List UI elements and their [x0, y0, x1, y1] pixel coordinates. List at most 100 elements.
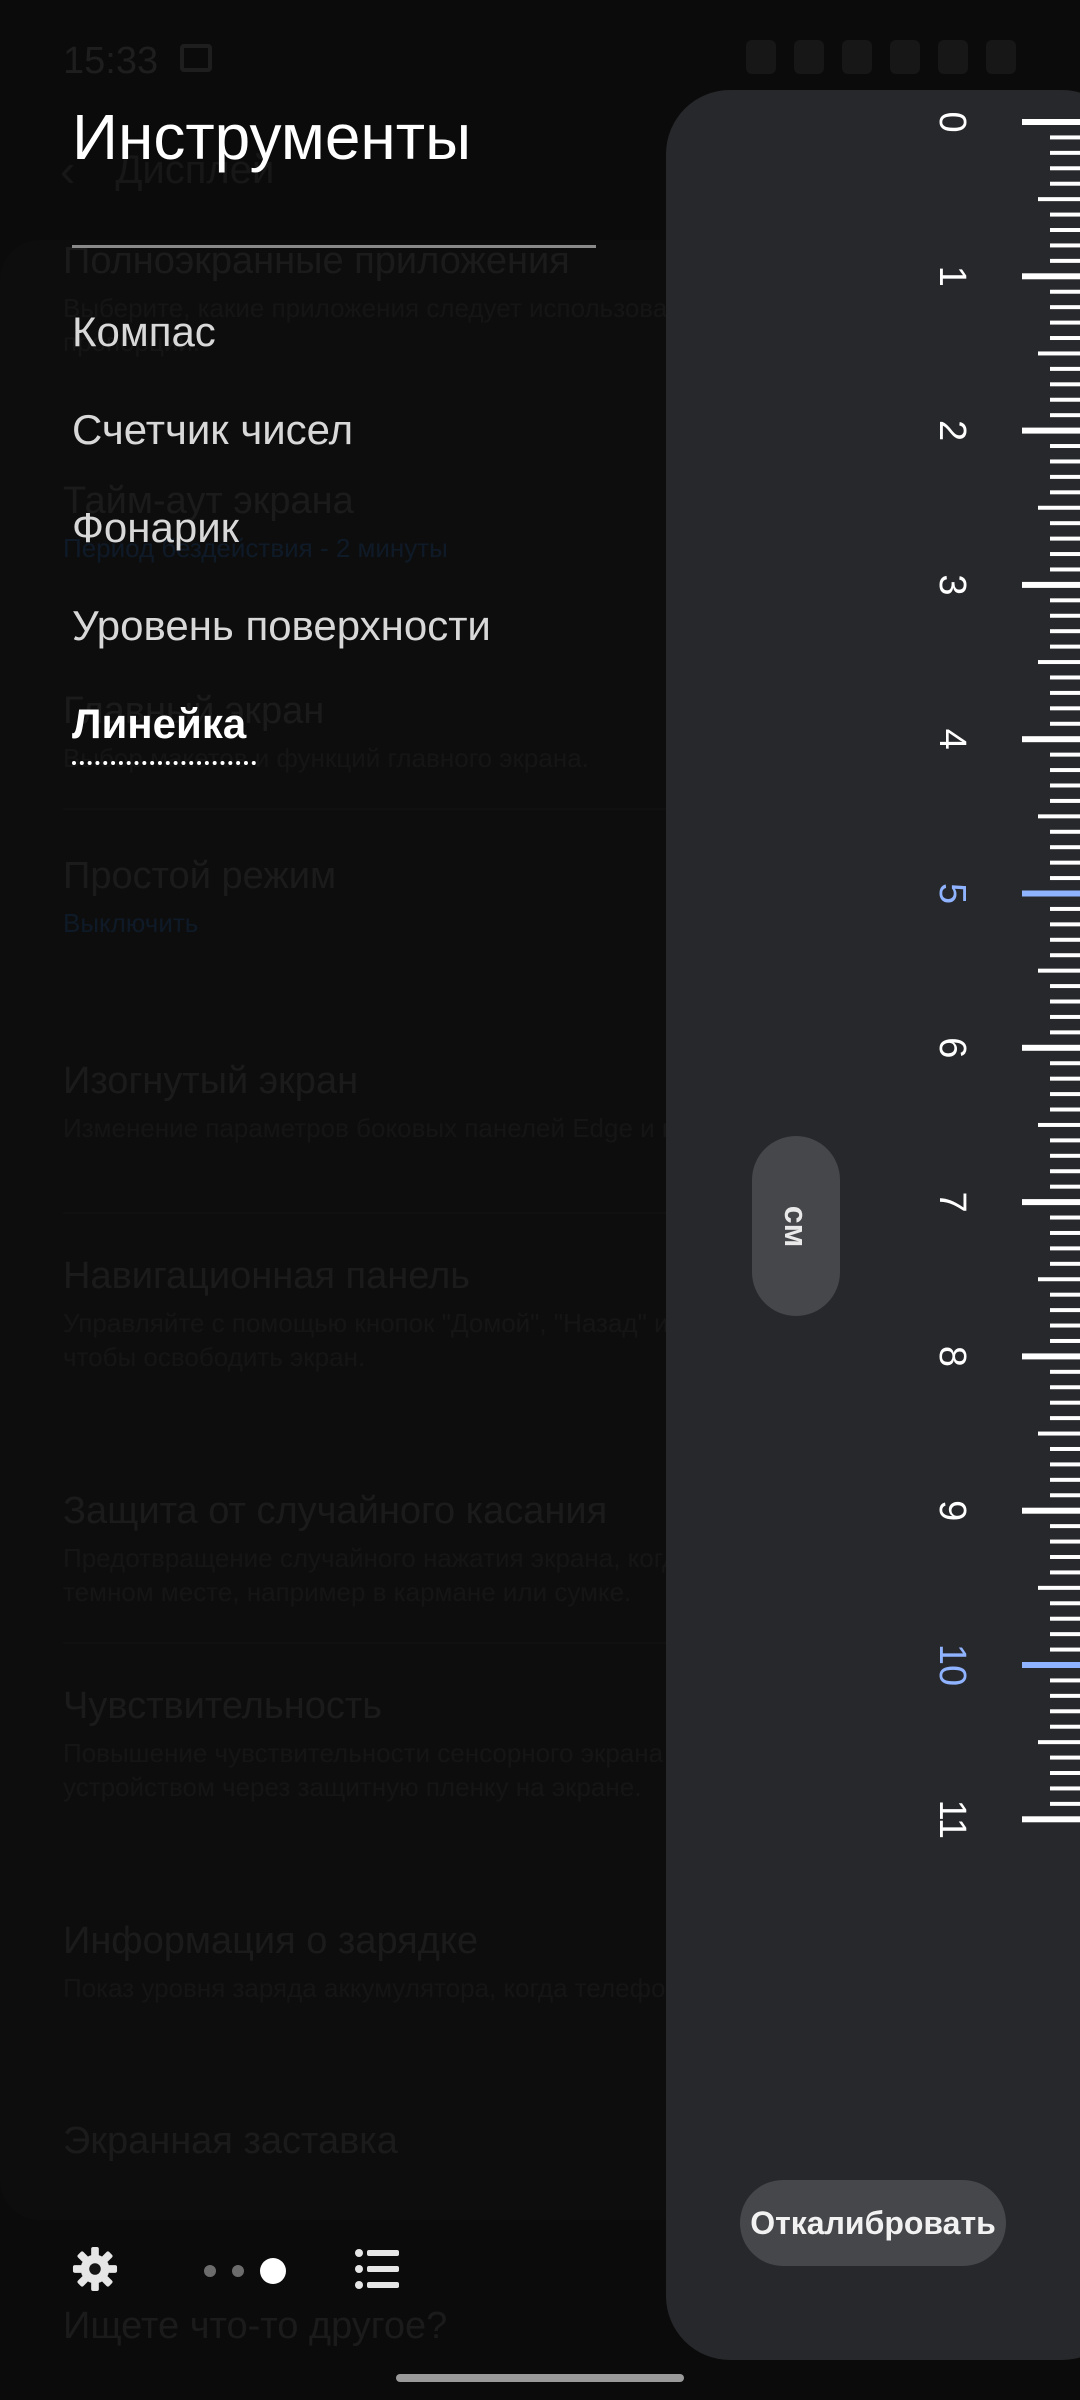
- list-icon[interactable]: [355, 2248, 399, 2290]
- tool-item-compass[interactable]: Компас: [72, 283, 491, 381]
- ruler-tick-mm: [1050, 1493, 1080, 1498]
- ruler-tick-mm: [1038, 1122, 1080, 1127]
- ruler-tick-mm: [1050, 166, 1080, 171]
- ruler-tick-mm: [1050, 906, 1080, 911]
- ruler-tick-cm: [1022, 273, 1080, 280]
- ruler-tick-mm: [1050, 1554, 1080, 1559]
- ruler-tick-mm: [1050, 228, 1080, 233]
- ruler-number: 10: [931, 1644, 973, 1686]
- ruler-tick-mm: [1050, 212, 1080, 217]
- ruler-tick-cm: [1022, 736, 1080, 743]
- ruler-tick-mm: [1050, 1323, 1080, 1328]
- ruler-tick-mm: [1050, 984, 1080, 989]
- ruler-tick-mm: [1050, 181, 1080, 186]
- ruler-tick-mm: [1050, 305, 1080, 310]
- ruler-tick-mm: [1038, 968, 1080, 973]
- ruler-number: 7: [931, 1192, 973, 1213]
- ruler-tick-mm: [1050, 860, 1080, 865]
- ruler-tick-mm: [1050, 1616, 1080, 1621]
- ruler-number: 4: [931, 729, 973, 750]
- ruler-tick-cm: [1022, 427, 1080, 434]
- ruler-tick-mm: [1050, 1786, 1080, 1791]
- ruler-tick-mm: [1050, 336, 1080, 341]
- ruler-tick-mm: [1038, 814, 1080, 819]
- ruler-tick-mm: [1050, 1369, 1080, 1374]
- calibrate-button[interactable]: Откалибровать: [740, 2180, 1006, 2266]
- ruler-scale[interactable]: 0 1 2 3 4 5 6 7 8 9 10 11: [666, 90, 1080, 2360]
- ruler-tick-mm: [1050, 1138, 1080, 1143]
- tool-item-flashlight[interactable]: Фонарик: [72, 479, 491, 577]
- ruler-tick-mm: [1050, 1215, 1080, 1220]
- title-divider: [72, 245, 596, 248]
- ruler-tick-mm: [1050, 1755, 1080, 1760]
- ruler-tick-mm: [1050, 1385, 1080, 1390]
- ruler-tick-cm: [1022, 890, 1080, 897]
- tool-item-level[interactable]: Уровень поверхности: [72, 577, 491, 675]
- ruler-tick-mm: [1050, 135, 1080, 140]
- tool-item-ruler[interactable]: Линейка: [72, 675, 491, 773]
- ruler-tick-mm: [1050, 752, 1080, 757]
- ruler-number: 0: [931, 111, 973, 132]
- ruler-tick-mm: [1050, 706, 1080, 711]
- ruler-tick-mm: [1050, 1092, 1080, 1097]
- ruler-tick-mm: [1050, 1693, 1080, 1698]
- page-dot-active: [260, 2258, 286, 2284]
- ruler-tick-cm: [1022, 1816, 1080, 1823]
- ruler-tick-mm: [1038, 660, 1080, 665]
- ruler-tick-mm: [1050, 937, 1080, 942]
- ruler-tick-mm: [1050, 243, 1080, 248]
- ruler-tick-mm: [1050, 999, 1080, 1004]
- ruler-number: 11: [931, 1800, 973, 1839]
- ruler-tick-mm: [1050, 320, 1080, 325]
- ruler-tick-mm: [1050, 1261, 1080, 1266]
- ruler-tick-mm: [1050, 382, 1080, 387]
- ruler-tick-mm: [1050, 845, 1080, 850]
- ruler-tick-cm: [1022, 1353, 1080, 1360]
- ruler-number: 6: [931, 1037, 973, 1058]
- ruler-tick-mm: [1050, 876, 1080, 881]
- ruler-tick-mm: [1050, 552, 1080, 557]
- ruler-tick-mm: [1050, 1030, 1080, 1035]
- ruler-tick-cm: [1022, 119, 1080, 125]
- ruler-tick-mm: [1050, 1724, 1080, 1729]
- ruler-tick-mm: [1038, 351, 1080, 356]
- unit-label[interactable]: см: [752, 1136, 840, 1316]
- ruler-tick-cm: [1022, 1044, 1080, 1051]
- ruler-tick-mm: [1050, 690, 1080, 695]
- ruler-tick-mm: [1050, 1446, 1080, 1451]
- ruler-tick-mm: [1050, 1678, 1080, 1683]
- ruler-tick-mm: [1050, 1014, 1080, 1019]
- ruler-tick-mm: [1050, 629, 1080, 634]
- ruler-tick-mm: [1050, 1524, 1080, 1529]
- ruler-tick-mm: [1050, 768, 1080, 773]
- ruler-tick-mm: [1050, 1632, 1080, 1637]
- page-dot: [204, 2265, 216, 2277]
- tool-item-counter[interactable]: Счетчик чисел: [72, 381, 491, 479]
- page-indicator: [204, 2258, 286, 2284]
- ruler-tick-mm: [1050, 1400, 1080, 1405]
- ruler-tick-mm: [1050, 413, 1080, 418]
- ruler-tick-cm: [1022, 1507, 1080, 1514]
- ruler-tick-cm: [1022, 1662, 1080, 1668]
- ruler-tick-mm: [1050, 1153, 1080, 1158]
- ruler-tick-mm: [1038, 1740, 1080, 1745]
- ruler-tick-mm: [1050, 798, 1080, 803]
- ruler-tick-mm: [1050, 613, 1080, 618]
- ruler-number: 5: [931, 883, 973, 904]
- ruler-number: 8: [931, 1346, 973, 1367]
- ruler-number: 3: [931, 574, 973, 595]
- ruler-tick-mm: [1050, 1462, 1080, 1467]
- ruler-tick-mm: [1050, 1338, 1080, 1343]
- ruler-panel[interactable]: 0 1 2 3 4 5 6 7 8 9 10 11 см Откалибровать: [666, 90, 1080, 2360]
- ruler-tick-mm: [1050, 829, 1080, 834]
- gesture-nav-bar: [396, 2374, 684, 2382]
- ruler-tick-mm: [1038, 1277, 1080, 1282]
- ruler-tick-mm: [1050, 459, 1080, 464]
- ruler-tick-mm: [1050, 598, 1080, 603]
- ruler-tick-mm: [1050, 1647, 1080, 1652]
- ruler-number: 2: [931, 420, 973, 441]
- gear-icon[interactable]: [72, 2246, 118, 2292]
- ruler-tick-mm: [1050, 1061, 1080, 1066]
- ruler-tick-mm: [1050, 1416, 1080, 1421]
- ruler-tick-mm: [1050, 1169, 1080, 1174]
